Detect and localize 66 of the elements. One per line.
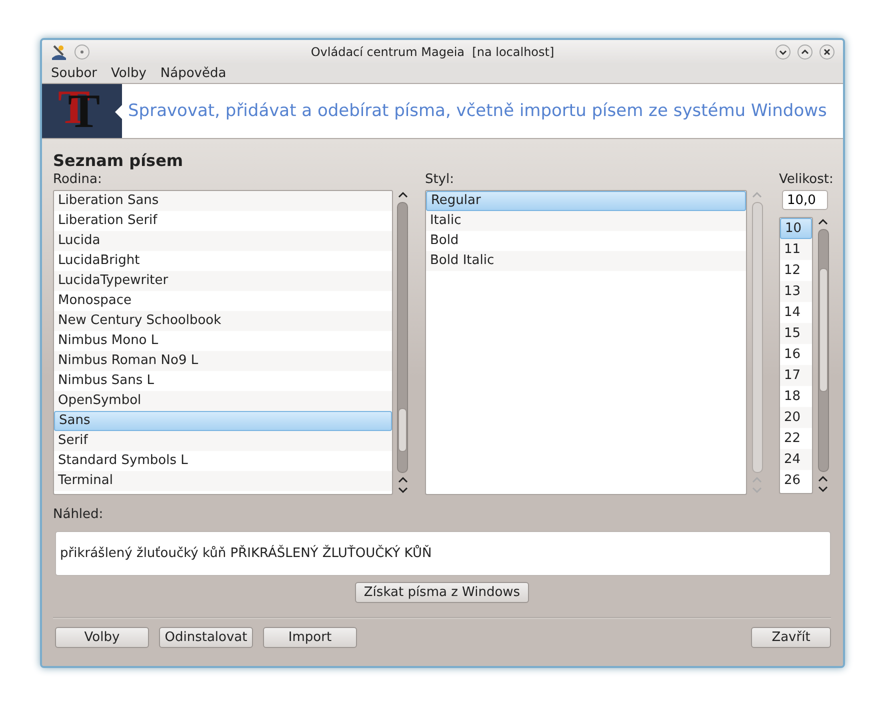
app-icon[interactable]	[50, 44, 68, 60]
action-button[interactable]: Odinstalovat	[159, 627, 253, 648]
scroll-up-icon[interactable]	[817, 217, 829, 227]
close-button[interactable]: Zavřít	[751, 627, 831, 648]
size-item[interactable]: 24	[780, 449, 812, 470]
style-label: Styl:	[424, 172, 455, 188]
style-item[interactable]: Italic	[426, 211, 746, 231]
size-item[interactable]: 10	[780, 218, 812, 239]
size-field[interactable]: 10,0	[782, 190, 828, 210]
scroll-up-icon[interactable]	[396, 190, 409, 200]
preview-text: přikrášlený žluťoučký kůň PŘIKRÁŠLENÝ ŽLUŤOUČKÝ KŮŇ	[60, 546, 432, 561]
scroll-down-icon[interactable]	[396, 485, 409, 495]
style-item[interactable]: Bold	[426, 231, 746, 251]
scroll-up-icon[interactable]	[396, 475, 409, 485]
import-windows-fonts-button[interactable]: Získat písma z Windows	[354, 582, 530, 603]
scroll-up-icon[interactable]	[817, 474, 829, 484]
family-item[interactable]: Liberation Serif	[54, 211, 392, 231]
scrollbar-track[interactable]	[818, 229, 828, 472]
size-item[interactable]: 15	[780, 323, 812, 344]
family-item[interactable]: OpenSymbol	[54, 391, 392, 411]
family-item[interactable]: Monospace	[54, 291, 392, 311]
size-item[interactable]: 17	[780, 365, 812, 386]
family-item[interactable]: Nimbus Roman No9 L	[54, 351, 392, 371]
family-item[interactable]: Terminal	[54, 471, 392, 491]
size-label: Velikost:	[779, 172, 834, 188]
font-logo: T	[42, 84, 122, 138]
size-item[interactable]: 20	[780, 407, 812, 428]
scrollbar-track[interactable]	[397, 202, 408, 473]
family-item[interactable]: LucidaTypewriter	[54, 271, 392, 291]
size-item[interactable]: 12	[780, 260, 812, 281]
menu-item[interactable]: Volby	[111, 66, 146, 81]
size-item[interactable]: 16	[780, 344, 812, 365]
close-icon[interactable]	[819, 44, 835, 60]
window-title: Ovládací centrum Mageia [na localhost]	[310, 45, 556, 59]
scroll-down-icon[interactable]	[817, 484, 829, 494]
family-item[interactable]: LucidaBright	[54, 251, 392, 271]
menu-item[interactable]: Nápověda	[160, 66, 226, 81]
action-button[interactable]: Volby	[55, 627, 149, 648]
family-item[interactable]: Nimbus Sans L	[54, 371, 392, 391]
family-item[interactable]: Sans	[54, 411, 392, 431]
size-item[interactable]: 11	[780, 239, 812, 260]
family-label: Rodina:	[53, 172, 103, 188]
size-item[interactable]: 18	[780, 386, 812, 407]
minimize-icon[interactable]	[775, 44, 791, 60]
scrollbar-thumb[interactable]	[818, 268, 828, 392]
banner-text: Spravovat, přidávat a odebírat písma, včetně importu písem ze systému Windows	[128, 101, 827, 121]
family-item[interactable]: Standard Symbols L	[54, 451, 392, 471]
size-item[interactable]: 26	[780, 470, 812, 491]
section-heading: Seznam písem	[53, 151, 184, 170]
family-item[interactable]: Serif	[54, 431, 392, 451]
size-item[interactable]: 22	[780, 428, 812, 449]
maximize-icon[interactable]	[797, 44, 813, 60]
action-button[interactable]: Import	[263, 627, 357, 648]
family-item[interactable]: New Century Schoolbook	[54, 311, 392, 331]
family-item[interactable]: Nimbus Mono L	[54, 331, 392, 351]
size-item[interactable]: 14	[780, 302, 812, 323]
menu-item[interactable]: Soubor	[51, 66, 97, 81]
style-item[interactable]: Regular	[426, 191, 746, 211]
family-item[interactable]: Lucida	[54, 231, 392, 251]
size-item[interactable]: 13	[780, 281, 812, 302]
preview-label: Náhled:	[53, 507, 104, 523]
style-item[interactable]: Bold Italic	[426, 251, 746, 271]
family-item[interactable]: Liberation Sans	[54, 191, 392, 211]
pin-button-icon[interactable]	[74, 44, 90, 60]
scrollbar-thumb[interactable]	[398, 408, 408, 452]
scrollbar-track[interactable]	[752, 202, 762, 473]
